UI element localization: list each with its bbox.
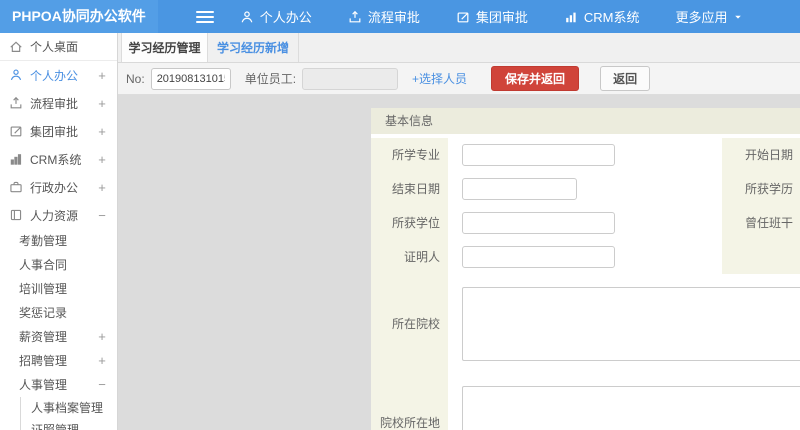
form-row-school: 所在院校 [371,274,800,373]
sidebar-sub2-group: 人事档案管理 证照管理 [20,397,117,430]
edit-square-icon [10,126,22,137]
field-label: 证明人 [371,240,448,274]
field-label: 曾任班干 [722,206,800,240]
sidebar-subitem-hr-contract[interactable]: 人事合同 [0,253,117,277]
reference-input[interactable] [462,246,615,268]
sidebar-subitem-personnel-files[interactable]: 人事档案管理 [21,397,117,419]
edit-square-icon [457,11,469,22]
degree-input[interactable] [462,212,615,234]
expand-icon[interactable]: + [97,152,107,167]
form-toolbar: No: 单位员工: +选择人员 保存并返回 返回 [118,63,800,95]
sidebar-subitem-salary[interactable]: 薪资管理 + [0,325,117,349]
school-textarea[interactable] [462,287,800,361]
sidebar-subitem-certificates[interactable]: 证照管理 [21,419,117,430]
nav-item-personal-office[interactable]: 个人办公 [240,7,312,26]
home-icon [10,40,22,52]
nav-item-workflow-approval[interactable]: 流程审批 [348,7,420,26]
expand-icon[interactable]: + [97,325,107,349]
form-row-reference: 证明人 [371,240,800,274]
nav-item-label: 个人办公 [259,10,312,25]
sidebar-item-personal-office[interactable]: 个人办公 + [0,61,117,89]
nav-item-label: 更多应用 [675,10,728,25]
field-label: 所获学位 [371,206,448,240]
nav-item-label: CRM系统 [583,10,640,25]
briefcase-icon [10,181,22,193]
collapse-icon[interactable]: − [97,373,107,397]
sidebar-item-group-approval[interactable]: 集团审批 + [0,117,117,145]
section-title: 基本信息 [371,108,800,134]
field-label: 所在院校 [371,274,448,373]
sidebar-item-label: 行政办公 [30,180,79,195]
nav-item-crm-system[interactable]: CRM系统 [564,7,640,26]
sidebar-item-crm-system[interactable]: CRM系统 + [0,145,117,173]
main-layout: 个人桌面 个人办公 + 流程审批 + 集团审批 + CRM系统 + 行政办公 +… [0,33,800,430]
book-icon [10,209,22,221]
sidebar-item-label: 集团审批 [30,124,79,139]
field-label: 所获学历 [722,172,800,206]
sidebar-item-workflow-approval[interactable]: 流程审批 + [0,89,117,117]
sidebar-item-human-resources[interactable]: 人力资源 − [0,201,117,229]
caret-down-icon [735,15,742,19]
sidebar-subitem-rewards[interactable]: 奖惩记录 [0,301,117,325]
workflow-icon [349,10,361,22]
tab-study-history-new[interactable]: 学习经历新增 [208,33,299,62]
sidebar-item-label: CRM系统 [30,152,82,167]
navbar-menu: 个人办公 流程审批 集团审批 CRM系统 更多应用 [240,7,744,26]
content-area: 学习经历管理 学习经历新增 No: 单位员工: +选择人员 保存并返回 返回 基… [118,33,800,430]
bar-chart-icon [566,12,576,22]
user-icon [10,69,22,81]
save-and-return-button[interactable]: 保存并返回 [491,66,580,91]
nav-item-more-apps[interactable]: 更多应用 [675,7,743,26]
bar-chart-icon [10,154,22,165]
sidebar-subitem-recruit[interactable]: 招聘管理 + [0,349,117,373]
work-area: 基本信息 所学专业 开始日期 结束日期 所获学历 所获学位 曾任班干 证明人 所… [118,95,800,430]
no-label: No: [126,71,145,86]
sidebar-item-label: 个人办公 [30,68,79,83]
sidebar-subitem-training[interactable]: 培训管理 [0,277,117,301]
sidebar-item-admin-office[interactable]: 行政办公 + [0,173,117,201]
form-row-major: 所学专业 开始日期 [371,138,800,172]
field-label: 结束日期 [371,172,448,206]
sidebar-subitem-personnel[interactable]: 人事管理 − [0,373,117,397]
top-navbar: PHPOA协同办公软件 个人办公 流程审批 集团审批 CRM系统 更多应用 [0,0,800,33]
field-label: 院校所在地 [371,373,448,430]
form-row-end-date: 结束日期 所获学历 [371,172,800,206]
expand-icon[interactable]: + [97,124,107,139]
field-label: 所学专业 [371,138,448,172]
tab-study-history-manage[interactable]: 学习经历管理 [121,33,208,62]
sidebar-item-label: 个人桌面 [30,40,79,54]
nav-item-label: 流程审批 [367,10,420,25]
school-location-textarea[interactable] [462,386,800,430]
tab-bar: 学习经历管理 学习经历新增 [118,33,800,63]
select-person-link[interactable]: +选择人员 [412,70,467,87]
sidebar-item-label: 流程审批 [30,96,79,111]
collapse-icon[interactable]: − [97,208,107,223]
expand-icon[interactable]: + [97,349,107,373]
nav-item-group-approval[interactable]: 集团审批 [456,7,528,26]
nav-item-label: 集团审批 [475,10,528,25]
employee-label: 单位员工: [244,72,297,86]
hamburger-menu-icon[interactable] [195,8,214,26]
field-label: 开始日期 [722,138,800,172]
form-row-degree: 所获学位 曾任班干 [371,206,800,240]
major-input[interactable] [462,144,615,166]
sidebar-subitem-attendance[interactable]: 考勤管理 [0,229,117,253]
sidebar-nav: 个人桌面 个人办公 + 流程审批 + 集团审批 + CRM系统 + 行政办公 +… [0,33,118,430]
expand-icon[interactable]: + [97,180,107,195]
workflow-icon [10,96,22,109]
return-button[interactable]: 返回 [600,66,651,91]
employee-input[interactable] [302,67,399,90]
sidebar-item-label: 人力资源 [30,208,79,223]
sidebar-item-personal-desktop[interactable]: 个人桌面 [0,33,117,61]
app-logo: PHPOA协同办公软件 [0,0,158,33]
end-date-input[interactable] [462,178,577,200]
expand-icon[interactable]: + [97,68,107,83]
user-icon [241,10,253,22]
basic-info-form: 基本信息 所学专业 开始日期 结束日期 所获学历 所获学位 曾任班干 证明人 所… [371,108,800,430]
field-label [722,240,800,274]
form-row-school-location: 院校所在地 [371,373,800,430]
no-input[interactable] [150,67,231,90]
expand-icon[interactable]: + [97,96,107,111]
